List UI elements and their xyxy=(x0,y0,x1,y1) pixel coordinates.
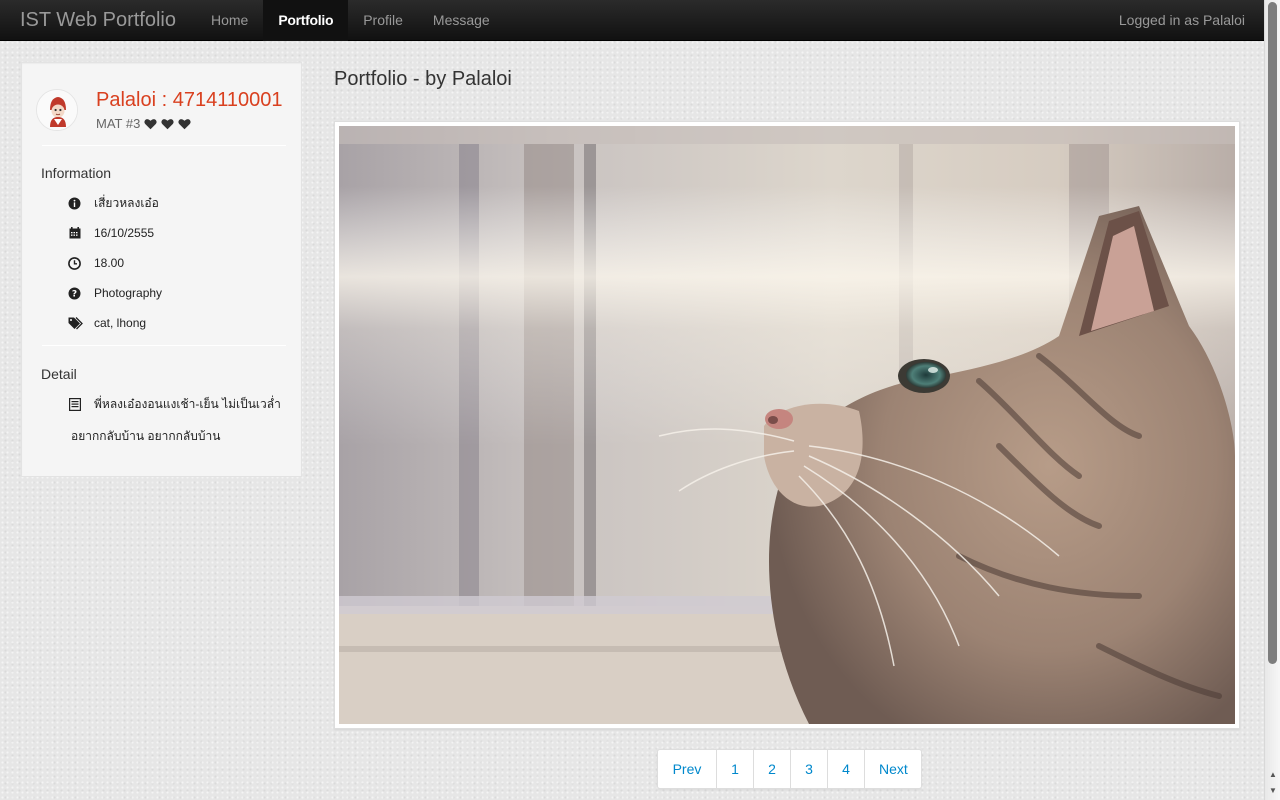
pagination-page-4[interactable]: 4 xyxy=(827,750,864,788)
info-row-time: 18.00 xyxy=(68,253,124,273)
pagination-page-1[interactable]: 1 xyxy=(716,750,753,788)
nav-home[interactable]: Home xyxy=(196,0,263,41)
page-title: Portfolio - by Palaloi xyxy=(334,68,512,90)
pagination-prev[interactable]: Prev xyxy=(658,750,716,788)
cat-photo[interactable] xyxy=(339,126,1235,724)
info-text: Photography xyxy=(94,286,163,300)
pagination-page-2[interactable]: 2 xyxy=(753,750,790,788)
info-text: 16/10/2555 xyxy=(94,226,155,240)
info-icon xyxy=(68,197,81,210)
list-alt-icon xyxy=(68,397,81,411)
logged-in-status[interactable]: Logged in as Palaloi xyxy=(1119,12,1264,28)
scrollbar-thumb[interactable] xyxy=(1268,2,1277,664)
tags-icon xyxy=(68,316,83,330)
hearts-rating xyxy=(144,118,191,130)
portfolio-image-frame xyxy=(334,121,1240,729)
main-nav: Home Portfolio Profile Message xyxy=(196,0,505,41)
svg-text:?: ? xyxy=(72,289,77,299)
divider xyxy=(42,345,286,346)
info-row-name: เสี่ยวหลงเอ๋อ xyxy=(68,193,159,213)
scroll-up-arrow-icon[interactable]: ▲ xyxy=(1268,770,1278,780)
divider xyxy=(42,145,286,146)
heart-icon xyxy=(178,118,191,129)
pagination-page-3[interactable]: 3 xyxy=(790,750,827,788)
detail-text-line1: พี่หลงเอ๋องอนแงเช้า-เย็น ไม่เป็นเวล่ำ xyxy=(94,396,281,411)
profile-sidebar: Palaloi : 4714110001 MAT #3 Information … xyxy=(21,62,302,477)
info-row-tags: cat, lhong xyxy=(68,313,146,333)
profile-header: Palaloi : 4714110001 MAT #3 xyxy=(36,87,288,147)
vertical-scrollbar[interactable]: ▲ ▼ xyxy=(1264,0,1280,800)
info-text: 18.00 xyxy=(94,256,125,270)
brand-logo[interactable]: IST Web Portfolio xyxy=(0,0,196,41)
detail-row: พี่หลงเอ๋องอนแงเช้า-เย็น ไม่เป็นเวล่ำ xyxy=(68,394,281,414)
pagination: Prev 1 2 3 4 Next xyxy=(657,749,922,789)
heart-icon xyxy=(144,118,157,129)
pagination-next[interactable]: Next xyxy=(864,750,921,788)
avatar[interactable] xyxy=(36,89,78,131)
clock-icon xyxy=(68,256,81,270)
heart-icon xyxy=(161,118,174,129)
detail-heading: Detail xyxy=(41,366,77,382)
question-icon: ? xyxy=(68,287,81,300)
info-text: cat, lhong xyxy=(94,316,147,330)
user-subtitle: MAT #3 xyxy=(96,116,191,131)
scroll-down-arrow-icon[interactable]: ▼ xyxy=(1268,786,1278,796)
user-title: Palaloi : 4714110001 xyxy=(96,89,283,111)
nav-portfolio[interactable]: Portfolio xyxy=(263,0,349,41)
user-rank: MAT #3 xyxy=(96,116,141,131)
information-heading: Information xyxy=(41,165,112,181)
info-row-date: 16/10/2555 xyxy=(68,223,154,243)
info-text: เสี่ยวหลงเอ๋อ xyxy=(94,195,159,210)
nav-profile[interactable]: Profile xyxy=(348,0,418,41)
top-navbar: IST Web Portfolio Home Portfolio Profile… xyxy=(0,0,1264,41)
nav-message[interactable]: Message xyxy=(418,0,505,41)
detail-text-line2: อยากกลับบ้าน อยากกลับบ้าน xyxy=(71,429,221,443)
info-row-category: ? Photography xyxy=(68,283,162,303)
calendar-icon xyxy=(68,227,81,240)
